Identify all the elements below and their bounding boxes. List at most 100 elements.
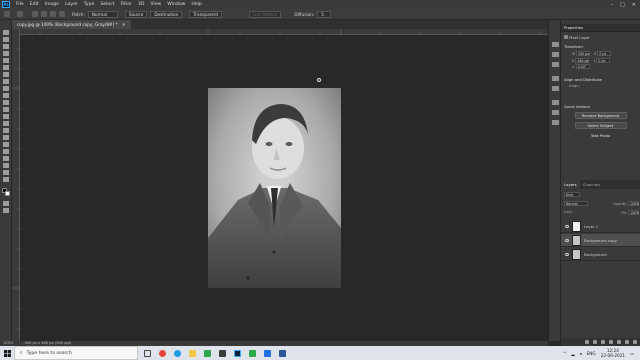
quick-mask-icon[interactable] bbox=[3, 201, 9, 206]
frame-tool-icon[interactable] bbox=[3, 65, 9, 70]
menu-layer[interactable]: Layer bbox=[62, 2, 81, 7]
marquee-tool-icon[interactable] bbox=[3, 37, 9, 42]
transparent-checkbox[interactable]: Transparent bbox=[189, 10, 223, 18]
menu-help[interactable]: Help bbox=[188, 2, 204, 7]
menu-window[interactable]: Window bbox=[164, 2, 188, 7]
blend-mode-select[interactable]: Normal bbox=[564, 201, 588, 206]
minimize-button[interactable]: – bbox=[611, 2, 614, 8]
clock[interactable]: 12:24 22-06-2021 bbox=[601, 348, 625, 358]
paint-icon[interactable] bbox=[201, 346, 213, 360]
language-indicator[interactable]: ENG bbox=[587, 351, 596, 356]
volume-icon[interactable]: ◂ bbox=[580, 351, 582, 356]
new-group-icon[interactable] bbox=[617, 340, 621, 344]
more-tools-icon[interactable] bbox=[3, 177, 9, 182]
notifications-icon[interactable]: ▭ bbox=[630, 351, 634, 356]
menu-view[interactable]: View bbox=[147, 2, 164, 7]
hand-tool-icon[interactable] bbox=[3, 163, 9, 168]
crop-tool-icon[interactable] bbox=[3, 58, 9, 63]
fx-icon[interactable] bbox=[593, 340, 597, 344]
background-color-swatch[interactable] bbox=[5, 191, 10, 196]
task-view-icon[interactable] bbox=[141, 346, 153, 360]
portrait-photo[interactable] bbox=[208, 88, 341, 288]
menu-select[interactable]: Select bbox=[97, 2, 117, 7]
fill-field[interactable]: 100% bbox=[628, 210, 639, 215]
tray-chevron-icon[interactable]: ^ bbox=[563, 351, 567, 356]
properties-tab[interactable]: Properties bbox=[561, 24, 640, 32]
opacity-field[interactable]: 100% bbox=[628, 201, 639, 206]
type-tool-icon[interactable] bbox=[3, 142, 9, 147]
gradient-tool-icon[interactable] bbox=[3, 114, 9, 119]
libraries-icon[interactable] bbox=[552, 86, 559, 91]
select-subject-button[interactable]: Select Subject bbox=[574, 121, 627, 129]
align-section-title[interactable]: Align and Distribute bbox=[561, 77, 640, 82]
store-icon[interactable] bbox=[216, 346, 228, 360]
lasso-tool-icon[interactable] bbox=[3, 44, 9, 49]
layer-row-background-copy[interactable]: Background copy bbox=[561, 234, 640, 247]
layer-row-layer-1[interactable]: Layer 1 bbox=[561, 220, 640, 233]
source-button[interactable]: Source bbox=[124, 10, 148, 18]
layer-name[interactable]: Background copy bbox=[584, 238, 617, 243]
brushes-icon[interactable] bbox=[552, 100, 559, 105]
menu-image[interactable]: Image bbox=[42, 2, 62, 7]
visibility-eye-icon[interactable] bbox=[565, 238, 569, 242]
menu-filter[interactable]: Filter bbox=[118, 2, 135, 7]
rectangle-tool-icon[interactable] bbox=[3, 156, 9, 161]
close-tab-icon[interactable]: ✕ bbox=[122, 22, 126, 27]
vertical-ruler[interactable] bbox=[12, 29, 20, 341]
edge-icon[interactable] bbox=[171, 346, 183, 360]
chrome-icon[interactable] bbox=[156, 346, 168, 360]
visibility-eye-icon[interactable] bbox=[565, 252, 569, 256]
clone-stamp-tool-icon[interactable] bbox=[3, 93, 9, 98]
width-field[interactable]: 340 px bbox=[576, 51, 591, 56]
use-pattern-button[interactable]: Use Pattern bbox=[249, 10, 282, 18]
healing-brush-tool-icon[interactable] bbox=[3, 79, 9, 84]
close-button[interactable]: ✕ bbox=[632, 2, 636, 8]
diffusion-input[interactable]: 5 bbox=[317, 10, 332, 18]
history-brush-tool-icon[interactable] bbox=[3, 100, 9, 105]
add-selection-icon[interactable] bbox=[41, 11, 47, 17]
mail-icon[interactable] bbox=[261, 346, 273, 360]
destination-button[interactable]: Destination bbox=[150, 10, 183, 18]
take-photo-button[interactable]: Take Photo bbox=[575, 132, 627, 139]
eraser-tool-icon[interactable] bbox=[3, 107, 9, 112]
dodge-tool-icon[interactable] bbox=[3, 128, 9, 133]
mask-icon[interactable] bbox=[601, 340, 605, 344]
menu-file[interactable]: File bbox=[13, 2, 27, 7]
trash-icon[interactable] bbox=[633, 340, 637, 344]
visibility-eye-icon[interactable] bbox=[565, 224, 569, 228]
layer-name[interactable]: Background bbox=[584, 252, 607, 257]
blur-tool-icon[interactable] bbox=[3, 121, 9, 126]
menu-type[interactable]: Type bbox=[81, 2, 98, 7]
adjustment-layer-icon[interactable] bbox=[609, 340, 613, 344]
network-icon[interactable]: ▂ bbox=[571, 351, 574, 356]
menu-3d[interactable]: 3D bbox=[135, 2, 147, 7]
eyedropper-tool-icon[interactable] bbox=[3, 72, 9, 77]
height-field[interactable]: 480 px bbox=[575, 57, 590, 63]
paragraph-icon[interactable] bbox=[552, 110, 559, 115]
screen-mode-icon[interactable] bbox=[3, 208, 9, 213]
subtract-selection-icon[interactable] bbox=[50, 11, 56, 17]
history-icon[interactable] bbox=[552, 42, 559, 47]
zoom-tool-icon[interactable] bbox=[3, 170, 9, 175]
windows-start-button[interactable] bbox=[0, 346, 14, 360]
remove-background-button[interactable]: Remove Background bbox=[574, 111, 627, 119]
quick-actions-title[interactable]: Quick Actions bbox=[561, 104, 640, 109]
link-layers-icon[interactable] bbox=[585, 340, 589, 344]
home-icon[interactable] bbox=[4, 11, 10, 17]
x-field[interactable]: 0 px bbox=[597, 51, 612, 56]
swatches-icon[interactable] bbox=[552, 62, 559, 67]
taskbar-search-box[interactable]: ⌕ Type here to search bbox=[14, 346, 138, 360]
tab-channels[interactable]: Channels bbox=[580, 180, 604, 189]
adjustments-icon[interactable] bbox=[552, 76, 559, 81]
brush-tool-icon[interactable] bbox=[3, 86, 9, 91]
layer-name[interactable]: Layer 1 bbox=[584, 224, 598, 229]
kind-filter[interactable]: Kind bbox=[564, 192, 580, 197]
quick-selection-tool-icon[interactable] bbox=[3, 51, 9, 56]
patch-tool-icon[interactable] bbox=[17, 11, 23, 17]
pen-tool-icon[interactable] bbox=[3, 135, 9, 140]
tab-layers[interactable]: Layers bbox=[561, 180, 580, 189]
y-field[interactable]: 0 px bbox=[596, 57, 611, 63]
word-icon[interactable] bbox=[276, 346, 288, 360]
new-layer-icon[interactable] bbox=[625, 340, 629, 344]
new-selection-icon[interactable] bbox=[32, 11, 38, 17]
